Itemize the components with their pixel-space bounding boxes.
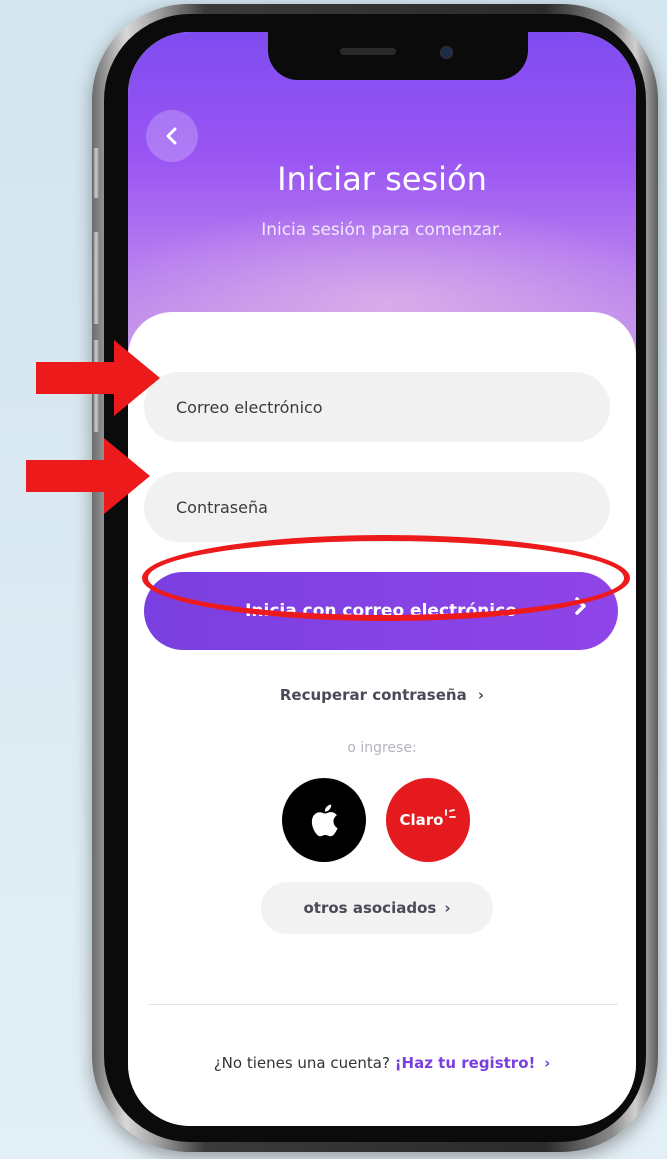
recover-password-link[interactable]: Recuperar contraseña › xyxy=(128,686,636,704)
front-camera xyxy=(440,46,453,59)
or-label: o ingrese: xyxy=(347,740,417,756)
other-partners-button[interactable]: otros asociados › xyxy=(261,882,493,934)
other-partners-label: otros asociados xyxy=(303,899,437,917)
claro-logo: Claro xyxy=(399,811,444,829)
chevron-right-icon: › xyxy=(444,899,451,917)
back-button[interactable] xyxy=(146,110,198,162)
email-field-container xyxy=(144,372,610,442)
chevron-right-icon: › xyxy=(544,1054,551,1072)
email-field[interactable] xyxy=(174,396,610,418)
annotation-arrow-password xyxy=(26,438,150,514)
chevron-left-icon xyxy=(166,127,177,145)
annotation-ellipse xyxy=(142,535,630,621)
password-field[interactable] xyxy=(174,496,610,518)
apple-login-button[interactable] xyxy=(282,778,366,862)
recover-password-label: Recuperar contraseña xyxy=(279,686,467,704)
register-link[interactable]: ¡Haz tu registro! xyxy=(395,1054,536,1072)
annotation-arrow-email xyxy=(36,340,160,416)
claro-rays-icon xyxy=(445,809,457,818)
page-subtitle: Inicia sesión para comenzar. xyxy=(261,220,503,240)
apple-icon xyxy=(311,804,338,837)
password-field-container xyxy=(144,472,610,542)
login-card: Inicia con correo electrónico Recuperar … xyxy=(128,312,636,1126)
speaker-grille xyxy=(340,48,396,55)
no-account-text: ¿No tienes una cuenta? xyxy=(213,1054,390,1072)
phone-notch xyxy=(268,32,528,80)
register-prompt: ¿No tienes una cuenta? ¡Haz tu registro!… xyxy=(128,1054,636,1072)
chevron-right-icon: › xyxy=(477,686,485,704)
claro-login-button[interactable]: Claro xyxy=(386,778,470,862)
volume-up-button xyxy=(92,232,100,324)
mute-switch xyxy=(92,148,100,198)
divider xyxy=(148,1004,618,1005)
page-title: Iniciar sesión xyxy=(277,160,487,198)
